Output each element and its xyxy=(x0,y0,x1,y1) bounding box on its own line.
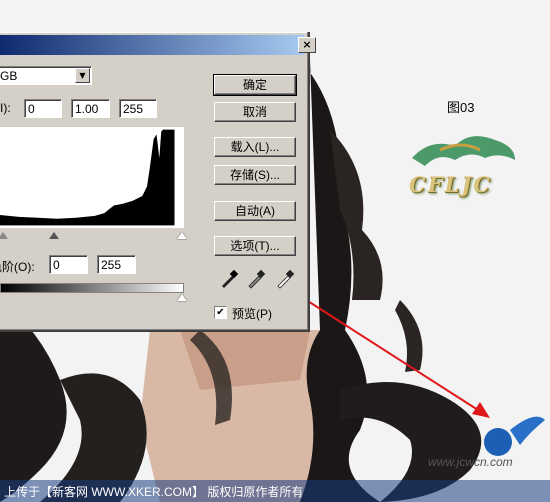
input-black-slider[interactable] xyxy=(49,232,59,239)
input-white-slider[interactable] xyxy=(177,232,187,239)
cancel-button[interactable]: 取消 xyxy=(214,102,296,122)
dialog-titlebar[interactable] xyxy=(0,35,304,55)
chevron-down-icon[interactable]: ▼ xyxy=(75,68,90,83)
preview-checkbox[interactable]: ✔ xyxy=(214,306,227,319)
ok-button[interactable]: 确定 xyxy=(213,74,297,96)
output-black-field[interactable]: 0 xyxy=(49,255,88,274)
black-eyedropper-icon[interactable] xyxy=(218,268,240,290)
gray-eyedropper-icon[interactable] xyxy=(245,268,267,290)
save-button[interactable]: 存储(S)... xyxy=(214,165,296,185)
output-white-slider[interactable] xyxy=(177,294,187,301)
input-black-field[interactable]: 0 xyxy=(24,99,62,118)
input-levels-label: I): xyxy=(0,101,11,115)
auto-button[interactable]: 自动(A) xyxy=(214,201,296,221)
input-gamma-field[interactable]: 1.00 xyxy=(71,99,110,118)
output-white-field[interactable]: 255 xyxy=(97,255,136,274)
options-button[interactable]: 选项(T)... xyxy=(214,236,296,256)
input-white-field[interactable]: 255 xyxy=(119,99,157,118)
logo-text: CFLJC xyxy=(409,172,493,197)
histogram xyxy=(0,127,184,228)
output-levels-label: 色阶(O): xyxy=(0,260,35,274)
channel-value: GB xyxy=(0,69,18,83)
watermark-text: www.jcwcn.com xyxy=(428,455,513,469)
load-button[interactable]: 载入(L)... xyxy=(214,137,296,157)
preview-label: 预览(P) xyxy=(232,307,272,321)
input-gamma-slider[interactable] xyxy=(0,232,8,239)
output-gradient-bar xyxy=(0,283,184,293)
close-button[interactable]: × xyxy=(298,37,316,53)
white-eyedropper-icon[interactable] xyxy=(274,268,296,290)
footer-text: 上传于【新客网 WWW.XKER.COM】 版权归原作者所有 xyxy=(4,485,304,499)
figure-label: 图03 xyxy=(447,100,475,115)
